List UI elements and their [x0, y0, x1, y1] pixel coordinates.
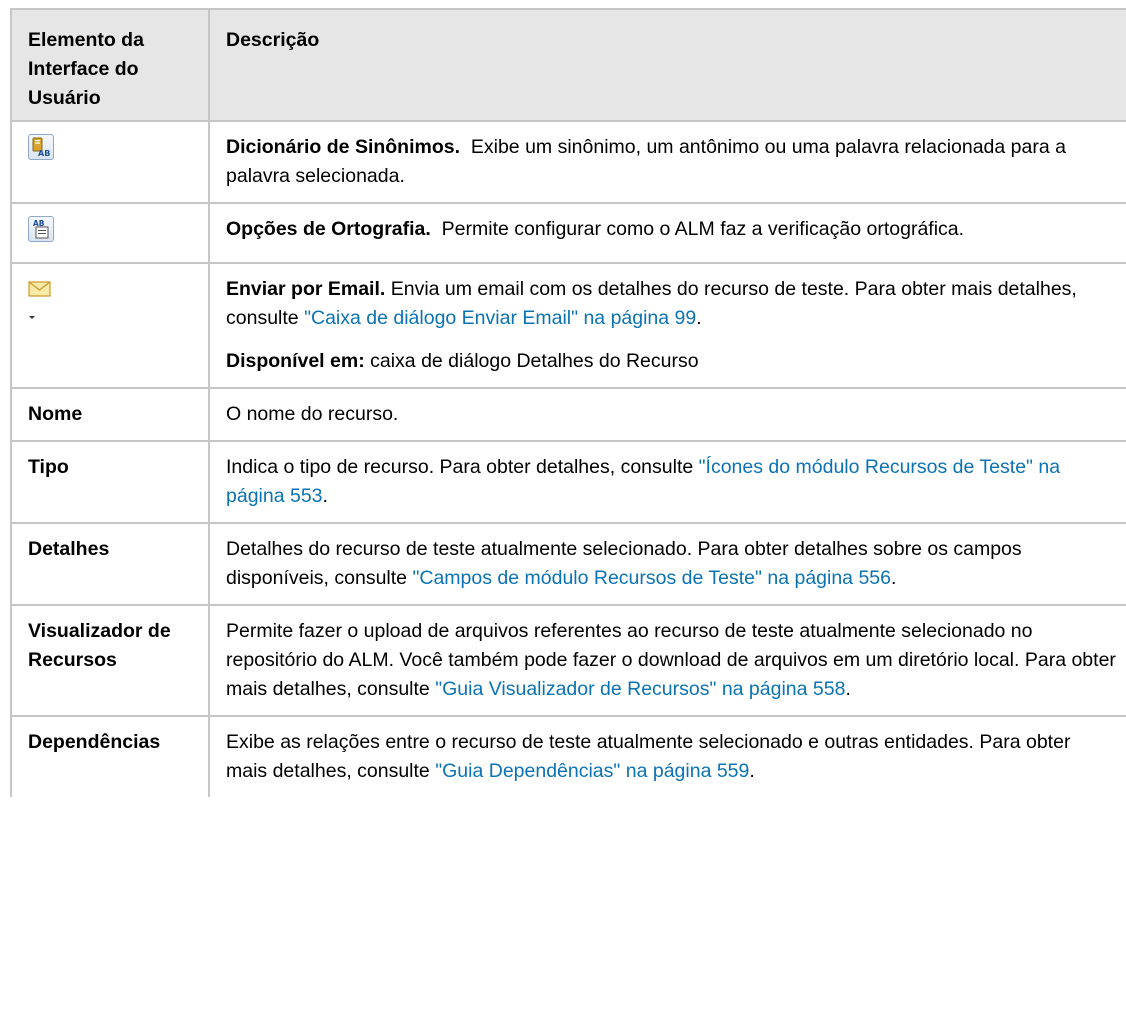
- header-description-label: Descrição: [226, 29, 320, 51]
- row-text-end: .: [322, 485, 328, 507]
- link-resource-viewer-tab[interactable]: "Guia Visualizador de Recursos" na págin…: [435, 678, 845, 700]
- ui-element-cell: Detalhes: [10, 522, 210, 606]
- ui-element-cell: Dependências: [10, 715, 210, 797]
- description-cell: Enviar por Email. Envia um email com os …: [208, 262, 1126, 389]
- ui-element-label: Tipo: [28, 456, 69, 478]
- table-row: Dependências Exibe as relações entre o r…: [10, 715, 1126, 797]
- description-cell: Dicionário de Sinônimos. Exibe um sinôni…: [208, 120, 1126, 204]
- description-cell: Permite fazer o upload de arquivos refer…: [208, 604, 1126, 717]
- description-cell: Opções de Ortografia. Permite configurar…: [208, 202, 1126, 264]
- description-cell: O nome do recurso.: [208, 387, 1126, 442]
- available-in-text: caixa de diálogo Detalhes do Recurso: [370, 350, 699, 372]
- ui-element-cell: Visualizador de Recursos: [10, 604, 210, 717]
- row-text-end: .: [696, 307, 702, 329]
- table-row: AB Dicionário de Sinônimos. Exibe um sin…: [10, 120, 1126, 204]
- link-test-resources-fields[interactable]: "Campos de módulo Recursos de Teste" na …: [412, 567, 891, 589]
- ui-element-cell: [10, 262, 210, 389]
- row-text: Indica o tipo de recurso. Para obter det…: [226, 456, 694, 478]
- row-text: O nome do recurso.: [226, 403, 399, 425]
- ui-element-label: Nome: [28, 403, 83, 425]
- link-send-email-dialog[interactable]: "Caixa de diálogo Enviar Email" na págin…: [304, 307, 696, 329]
- table-row: Enviar por Email. Envia um email com os …: [10, 262, 1126, 389]
- available-in: Disponível em: caixa de diálogo Detalhes…: [226, 347, 1116, 376]
- ui-element-cell: Nome: [10, 387, 210, 442]
- table-row: Nome O nome do recurso.: [10, 387, 1126, 442]
- chevron-down-icon[interactable]: [28, 308, 38, 328]
- row-title: Opções de Ortografia.: [226, 218, 431, 240]
- table-row: AB Opções de Ortografia. Permite configu…: [10, 202, 1126, 264]
- row-title: Dicionário de Sinônimos.: [226, 136, 461, 158]
- header-ui-element-label: Elemento da Interface do Usuário: [28, 29, 144, 109]
- ui-element-cell: AB: [10, 120, 210, 204]
- row-text-end: .: [749, 760, 755, 782]
- ui-elements-table: Elemento da Interface do Usuário Descriç…: [10, 8, 1126, 797]
- svg-text:AB: AB: [38, 149, 50, 158]
- ui-element-cell: AB: [10, 202, 210, 264]
- available-in-label: Disponível em:: [226, 350, 365, 372]
- table-row: Detalhes Detalhes do recurso de teste at…: [10, 522, 1126, 606]
- header-ui-element: Elemento da Interface do Usuário: [10, 8, 210, 122]
- row-text: Permite configurar como o ALM faz a veri…: [441, 218, 965, 240]
- description-cell: Indica o tipo de recurso. Para obter det…: [208, 440, 1126, 524]
- thesaurus-icon[interactable]: AB: [28, 134, 54, 160]
- header-description: Descrição: [208, 8, 1126, 122]
- description-cell: Detalhes do recurso de teste atualmente …: [208, 522, 1126, 606]
- ui-element-label: Detalhes: [28, 538, 110, 560]
- table-row: Tipo Indica o tipo de recurso. Para obte…: [10, 440, 1126, 524]
- link-dependencies-tab[interactable]: "Guia Dependências" na página 559: [435, 760, 749, 782]
- spelling-options-icon[interactable]: AB: [28, 216, 54, 242]
- ui-element-label: Dependências: [28, 731, 161, 753]
- table-row: Visualizador de Recursos Permite fazer o…: [10, 604, 1126, 717]
- row-text-end: .: [890, 567, 897, 589]
- ui-element-cell: Tipo: [10, 440, 210, 524]
- row-title: Enviar por Email.: [226, 278, 386, 300]
- row-description: Enviar por Email. Envia um email com os …: [226, 275, 1116, 333]
- description-cell: Exibe as relações entre o recurso de tes…: [208, 715, 1126, 797]
- row-text-end: .: [845, 678, 851, 700]
- send-email-icon[interactable]: [28, 279, 68, 319]
- ui-element-label: Visualizador de Recursos: [28, 620, 171, 671]
- table-header-row: Elemento da Interface do Usuário Descriç…: [10, 8, 1126, 122]
